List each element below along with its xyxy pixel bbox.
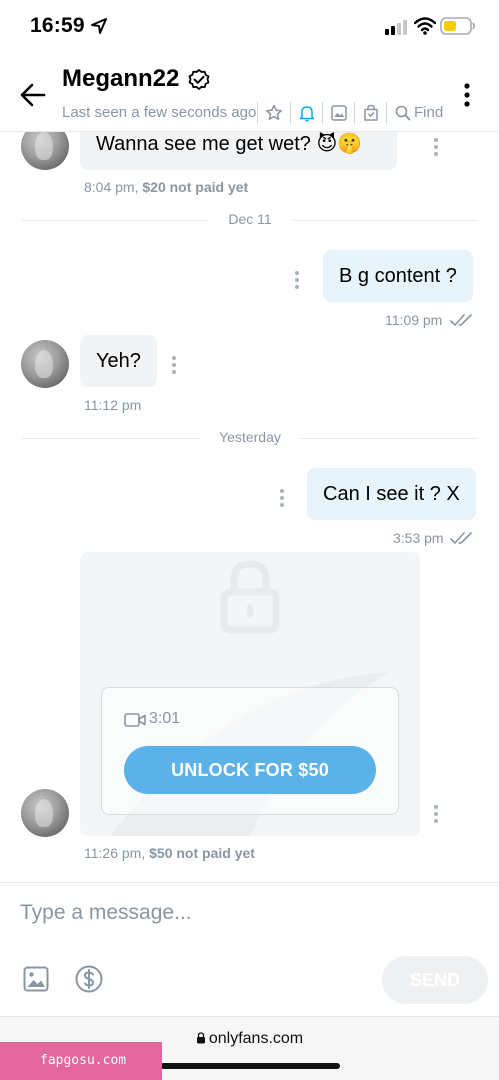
message-text: B g content ? [339,265,457,287]
url-text: onlyfans.com [208,1030,304,1047]
watermark-label: fapgosu.com [0,1042,162,1080]
message-time: 11:09 pm [385,312,443,328]
search-icon[interactable] [394,104,412,122]
lock-icon [220,560,280,634]
attach-image-icon[interactable] [22,965,50,993]
shopping-bag-icon[interactable] [362,104,380,122]
home-indicator[interactable] [160,1063,340,1069]
unlock-button[interactable]: UNLOCK FOR $50 [124,746,376,794]
chat-header: Megann22 Last seen a few seconds ago Fin… [0,54,499,132]
avatar[interactable] [21,789,69,837]
message-input[interactable] [20,897,480,929]
message-options-icon[interactable] [295,271,299,289]
notification-bell-icon[interactable] [298,104,316,122]
date-divider-label: Dec 11 [228,211,272,227]
message-bubble-incoming[interactable]: Yeh? [80,335,157,387]
star-icon[interactable] [265,104,283,122]
back-arrow-icon[interactable] [18,80,48,110]
date-divider: Dec 11 [22,211,478,231]
status-time: 16:59 [30,14,85,37]
header-separator [354,102,355,124]
video-duration: 3:01 [149,710,181,727]
message-bubble-outgoing[interactable]: Can I see it ? X [307,468,476,520]
read-receipt-icon [450,532,472,544]
message-bubble-incoming[interactable]: Wanna see me get wet? 😈🤫 [80,132,397,170]
price-status: $20 not paid yet [142,179,249,195]
message-meta: 8:04 pm, $20 not paid yet [84,179,248,195]
message-meta: 11:26 pm, $50 not paid yet [84,845,255,861]
header-separator [322,102,323,124]
secure-lock-icon [196,1032,205,1044]
header-separator [290,102,291,124]
date-divider: Yesterday [22,429,478,449]
send-button[interactable]: SEND [382,956,488,1004]
gallery-icon[interactable] [330,104,348,122]
read-receipt-icon [450,314,472,326]
message-list[interactable]: Wanna see me get wet? 😈🤫 8:04 pm, $20 no… [0,132,499,882]
message-time: 3:53 pm [393,530,444,546]
send-tip-icon[interactable] [74,964,104,994]
more-options-icon[interactable] [460,82,474,108]
locked-video-panel: 3:01 UNLOCK FOR $50 [101,687,399,815]
wifi-icon [414,17,436,35]
price-status: $50 not paid yet [149,845,255,861]
avatar[interactable] [21,132,69,170]
message-options-icon[interactable] [280,489,284,507]
video-icon [124,713,146,727]
cellular-signal-icon [385,20,407,35]
status-bar: 16:59 [0,0,499,54]
locked-media-card[interactable]: 3:01 UNLOCK FOR $50 [80,552,420,836]
message-text: Yeh? [96,350,141,372]
message-text: Wanna see me get wet? 😈🤫 [96,133,363,155]
message-time: 8:04 pm, [84,179,139,195]
date-divider-label: Yesterday [219,429,281,445]
message-time: 11:26 pm, [84,845,146,861]
avatar[interactable] [21,340,69,388]
message-time: 11:12 pm [84,397,142,413]
message-bubble-outgoing[interactable]: B g content ? [323,250,473,302]
last-seen-status: Last seen a few seconds ago [62,104,257,121]
message-options-icon[interactable] [434,138,438,156]
contact-name[interactable]: Megann22 [62,65,179,93]
battery-icon [440,17,475,35]
message-options-icon[interactable] [172,356,176,374]
message-text: Can I see it ? X [323,483,460,505]
message-options-icon[interactable] [434,805,438,823]
location-arrow-icon [91,18,107,34]
header-separator [257,102,258,124]
find-button-label[interactable]: Find [414,104,443,121]
message-composer: SEND [0,882,499,1016]
verified-badge-icon [188,69,210,90]
header-separator [386,102,387,124]
